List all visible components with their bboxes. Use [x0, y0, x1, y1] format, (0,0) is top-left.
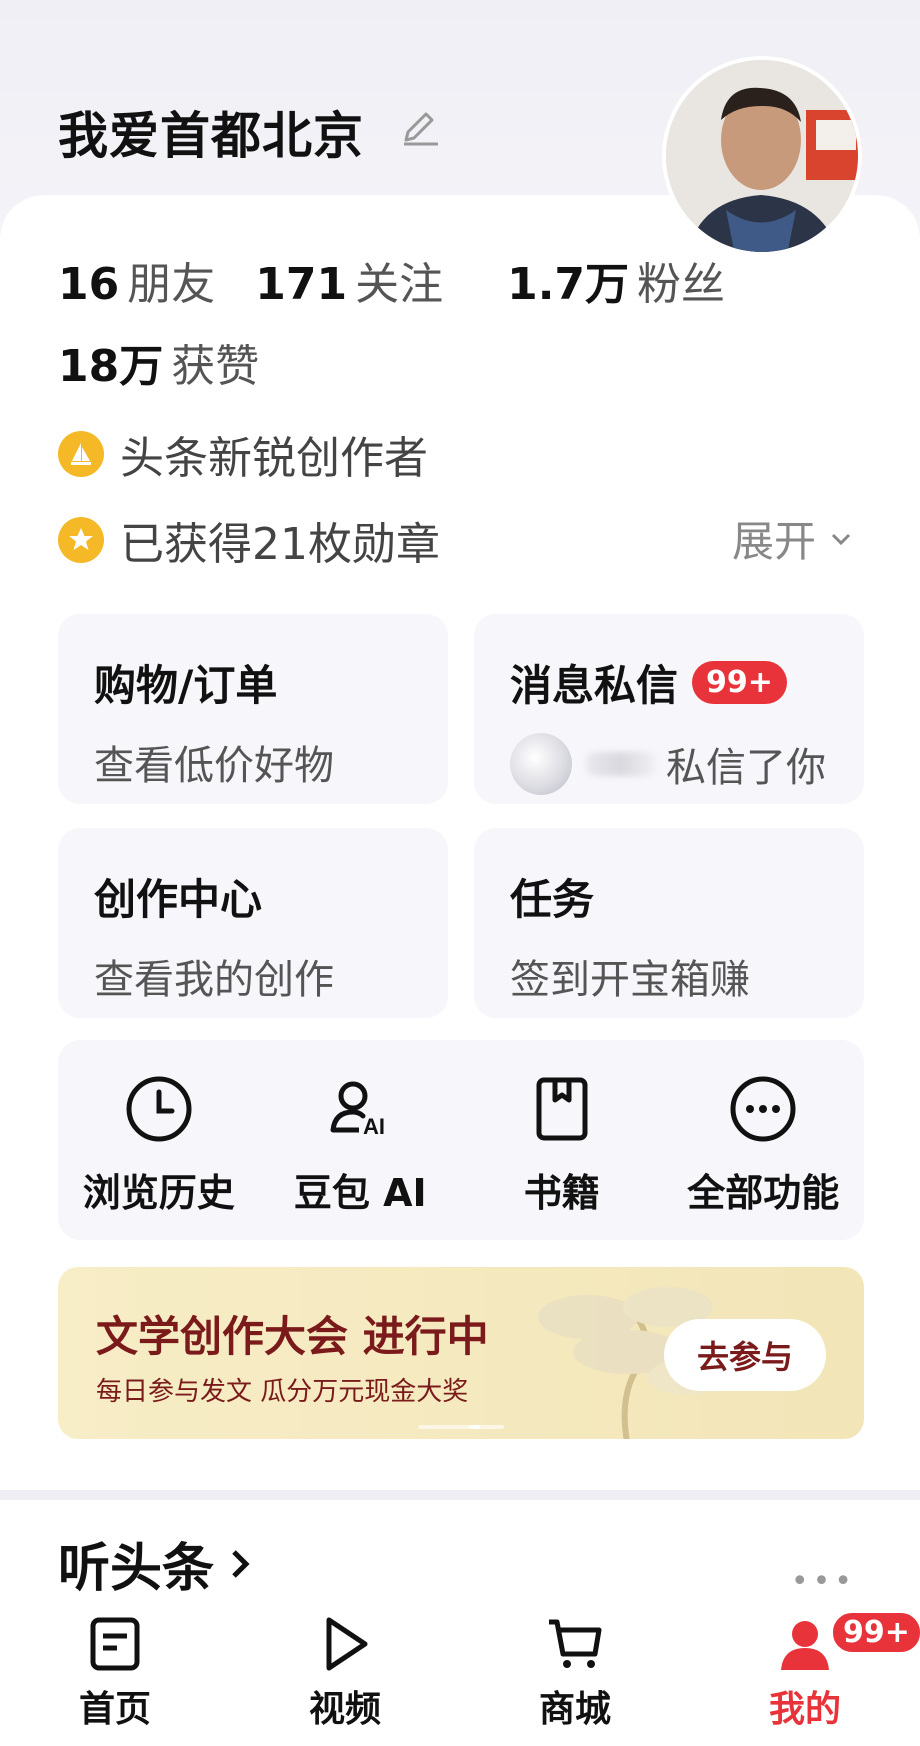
listen-headline-link[interactable]: 听头条	[58, 1526, 260, 1601]
medals-row[interactable]: 已获得21枚勋章	[58, 508, 440, 572]
tool-doubao-ai[interactable]: AI 豆包 AI	[260, 1040, 462, 1240]
messages-tile[interactable]: 消息私信 99+ 私信了你	[474, 614, 864, 804]
tool-all-features[interactable]: 全部功能	[663, 1040, 865, 1240]
home-doc-icon	[90, 1617, 140, 1671]
clock-icon	[126, 1076, 192, 1142]
book-icon	[536, 1077, 588, 1141]
more-circle-icon	[730, 1076, 796, 1142]
banner-pager	[418, 1425, 504, 1429]
play-icon	[326, 1617, 368, 1671]
tab-home[interactable]: 首页	[0, 1600, 230, 1746]
chevron-down-icon	[831, 533, 851, 545]
tab-mall[interactable]: 商城	[460, 1600, 690, 1746]
tasks-tile[interactable]: 任务 签到开宝箱赚	[474, 828, 864, 1018]
literary-contest-banner[interactable]: 文学创作大会 进行中 每日参与发文 瓜分万元现金大奖 去参与	[58, 1267, 864, 1439]
avatar[interactable]	[662, 56, 862, 256]
edit-icon[interactable]	[398, 104, 442, 148]
creation-center-tile[interactable]: 创作中心 查看我的创作	[58, 828, 448, 1018]
blurred-sender-name	[586, 752, 656, 776]
doubao-ai-icon: AI	[330, 1081, 385, 1139]
creator-badge-row[interactable]: 头条新锐创作者	[58, 422, 428, 486]
followers-stat[interactable]: 1.7万 粉丝	[507, 259, 751, 310]
sail-badge-icon	[58, 431, 104, 477]
tools-grid: 浏览历史 AI 豆包 AI 书籍 全部功能	[58, 1040, 864, 1240]
user-icon	[781, 1621, 829, 1670]
chevron-right-icon	[232, 1549, 250, 1578]
join-button[interactable]: 去参与	[664, 1319, 826, 1391]
likes-stat[interactable]: 18万 获赞	[58, 330, 259, 394]
tab-video[interactable]: 视频	[230, 1600, 460, 1746]
shopping-orders-tile[interactable]: 购物/订单 查看低价好物	[58, 614, 448, 804]
cart-icon	[549, 1619, 602, 1668]
bottom-tab-bar: 首页 视频 商城 我的 99+	[0, 1600, 920, 1746]
svg-text:AI: AI	[363, 1114, 385, 1139]
username: 我爱首都北京	[58, 107, 364, 165]
mine-notification-badge: 99+	[830, 1610, 920, 1655]
expand-button[interactable]: 展开	[732, 508, 858, 569]
banner-subtitle: 每日参与发文 瓜分万元现金大奖	[96, 1377, 469, 1407]
banner-title: 文学创作大会 进行中	[96, 1312, 489, 1361]
tool-history[interactable]: 浏览历史	[58, 1040, 260, 1240]
medal-icon	[58, 517, 104, 563]
more-options-icon[interactable]: •••	[791, 1564, 856, 1599]
tool-books[interactable]: 书籍	[461, 1040, 663, 1240]
message-sender-avatar	[510, 733, 572, 795]
friends-stat[interactable]: 16 朋友	[58, 259, 241, 310]
following-stat[interactable]: 171 关注	[255, 259, 469, 310]
tab-mine[interactable]: 我的 99+	[690, 1600, 920, 1746]
messages-count-badge: 99+	[692, 661, 787, 704]
stats-row: 16 朋友 171 关注 1.7万 粉丝	[58, 248, 751, 312]
